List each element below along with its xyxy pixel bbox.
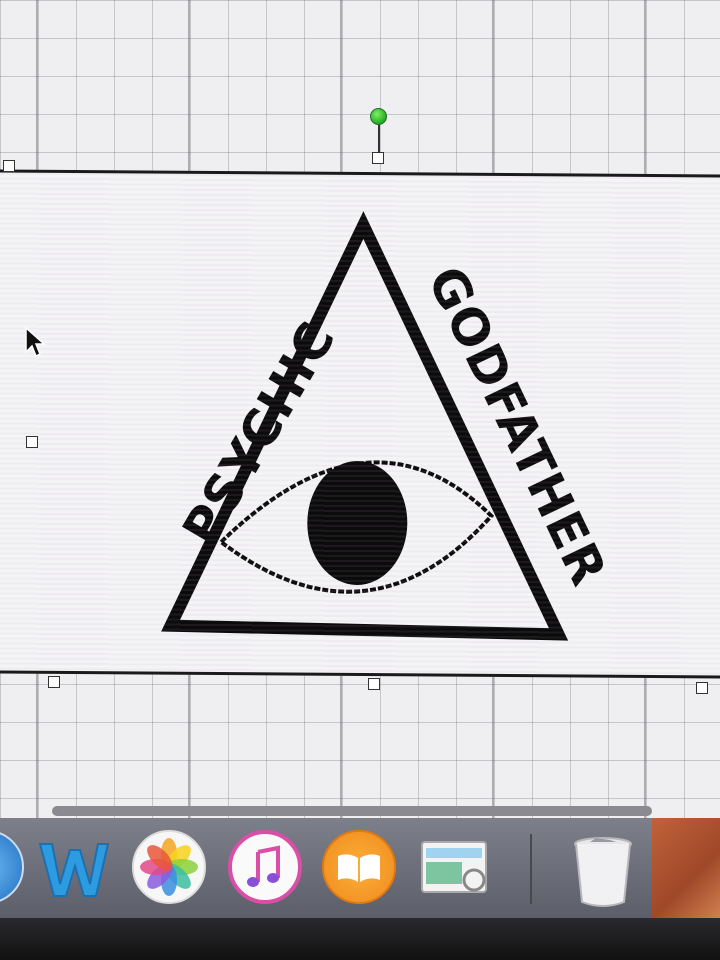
horizontal-scrollbar[interactable] <box>52 806 652 816</box>
resize-handle-middle-left[interactable] <box>26 436 38 448</box>
trash-icon[interactable] <box>566 830 640 907</box>
photos-icon[interactable] <box>132 830 206 904</box>
preview-icon[interactable] <box>416 830 490 904</box>
mouse-cursor-icon <box>25 326 46 358</box>
word-icon[interactable] <box>36 830 110 904</box>
desktop-wallpaper-edge <box>652 818 720 918</box>
rotate-handle-stem <box>378 124 380 152</box>
resize-handle-bottom-right[interactable] <box>696 682 708 694</box>
monitor-bezel <box>0 918 720 960</box>
dock-divider <box>530 834 532 904</box>
rotate-handle[interactable] <box>370 108 387 125</box>
ibooks-icon[interactable] <box>322 830 396 904</box>
itunes-icon[interactable] <box>228 830 302 904</box>
resize-handle-bottom-left[interactable] <box>48 676 60 688</box>
resize-handle-top-left[interactable] <box>3 160 15 172</box>
resize-handle-bottom-center[interactable] <box>368 678 380 690</box>
selected-image-object[interactable]: PSYCHIC GODFATHER <box>0 169 720 679</box>
psychic-godfather-logo: PSYCHIC GODFATHER <box>161 211 618 641</box>
resize-handle-top-center[interactable] <box>372 152 384 164</box>
eye-pupil <box>307 460 408 585</box>
screen: PSYCHIC GODFATHER <box>0 0 720 960</box>
